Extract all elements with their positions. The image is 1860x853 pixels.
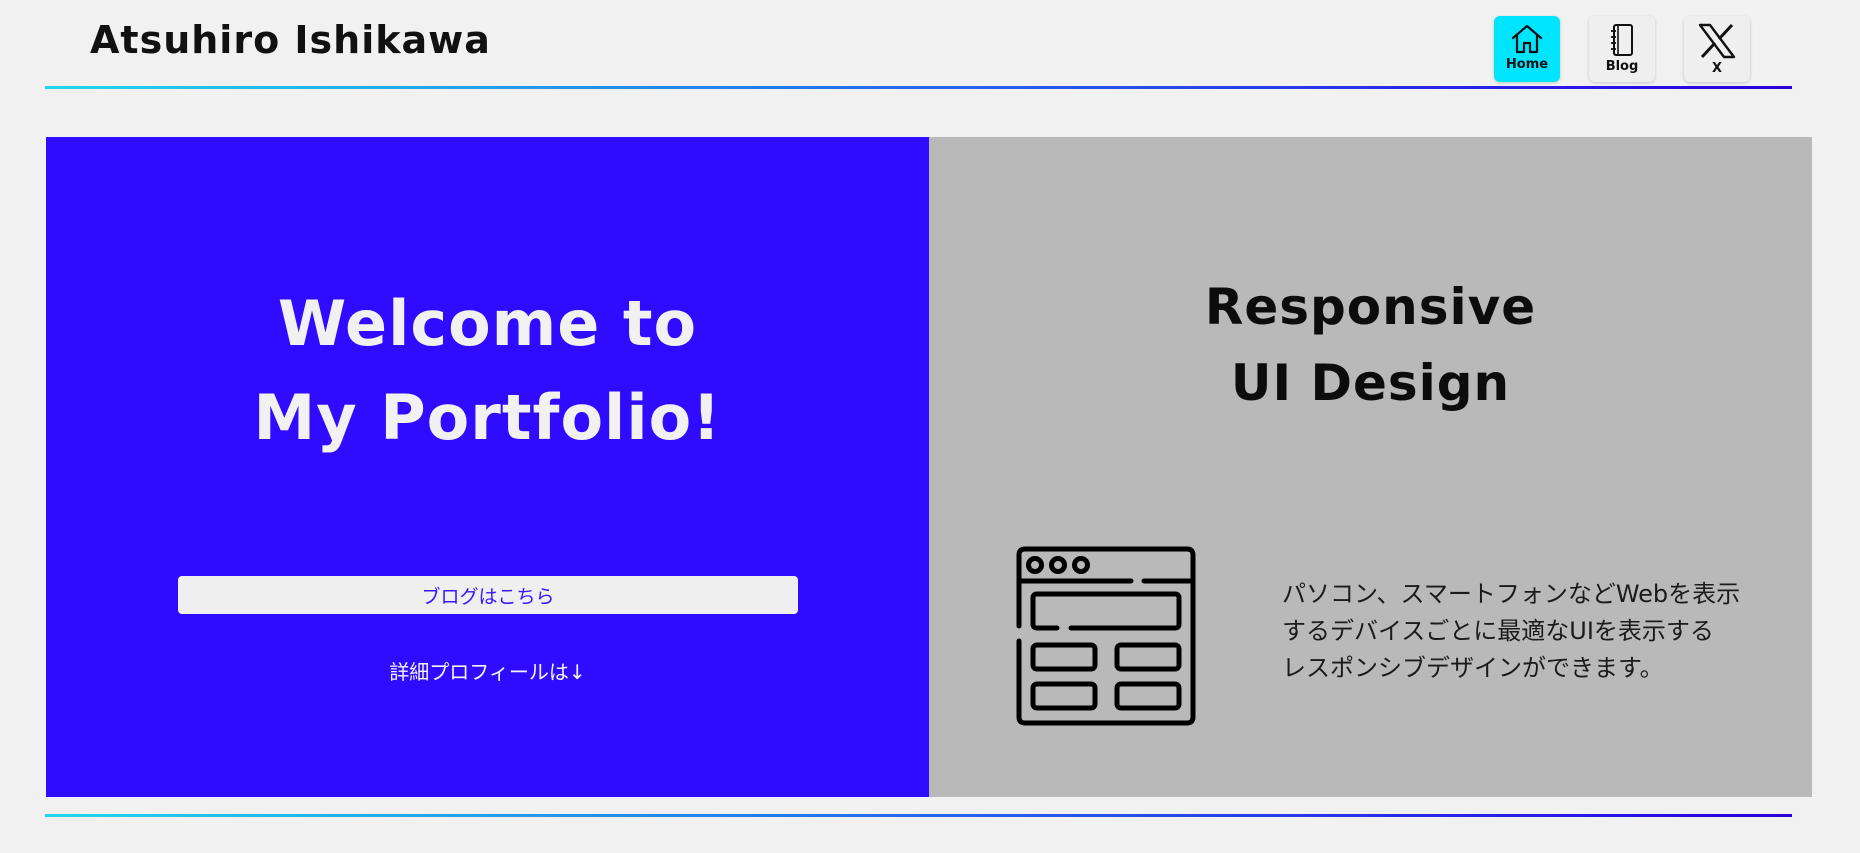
hero-panel: Welcome to My Portfolio! ブログはこちら 詳細プロフィー… [46, 137, 929, 797]
blog-button[interactable]: ブログはこちら [178, 576, 798, 614]
feature-desc-line1: パソコン、スマートフォンなどWebを表示 [1282, 580, 1741, 608]
site-title[interactable]: Atsuhiro Ishikawa [90, 18, 491, 62]
nav-x-label: X [1711, 61, 1723, 76]
nav-home-button[interactable]: Home [1494, 16, 1560, 82]
hero-title: Welcome to My Portfolio! [46, 277, 929, 465]
x-logo-icon [1698, 23, 1736, 59]
hero-title-line1: Welcome to [277, 287, 698, 360]
feature-desc-line2: するデバイスごとに最適なUIを表示する [1282, 617, 1714, 645]
hero-title-line2: My Portfolio! [253, 381, 722, 454]
home-icon [1511, 24, 1543, 54]
feature-title-line2: UI Design [1230, 354, 1511, 412]
feature-panel: Responsive UI Design パソコン、スマートフォンなどWebを表… [929, 137, 1812, 797]
feature-description: パソコン、スマートフォンなどWebを表示 するデバイスごとに最適なUIを表示する… [1282, 576, 1762, 687]
nav-blog-button[interactable]: Blog [1589, 16, 1655, 82]
site-header: Atsuhiro Ishikawa Home Blog X [0, 0, 1860, 90]
nav-home-label: Home [1505, 57, 1549, 72]
nav-blog-label: Blog [1605, 59, 1639, 74]
feature-title-line1: Responsive [1204, 278, 1537, 336]
browser-window-layout-icon [1016, 546, 1196, 726]
feature-title: Responsive UI Design [929, 269, 1812, 421]
notebook-icon [1611, 24, 1633, 56]
header-divider [45, 86, 1792, 89]
nav-x-button[interactable]: X [1684, 16, 1750, 82]
footer-divider [45, 814, 1792, 817]
profile-link[interactable]: 詳細プロフィールは↓ [46, 656, 929, 685]
feature-desc-line3: レスポンシブデザインができます。 [1282, 654, 1664, 682]
